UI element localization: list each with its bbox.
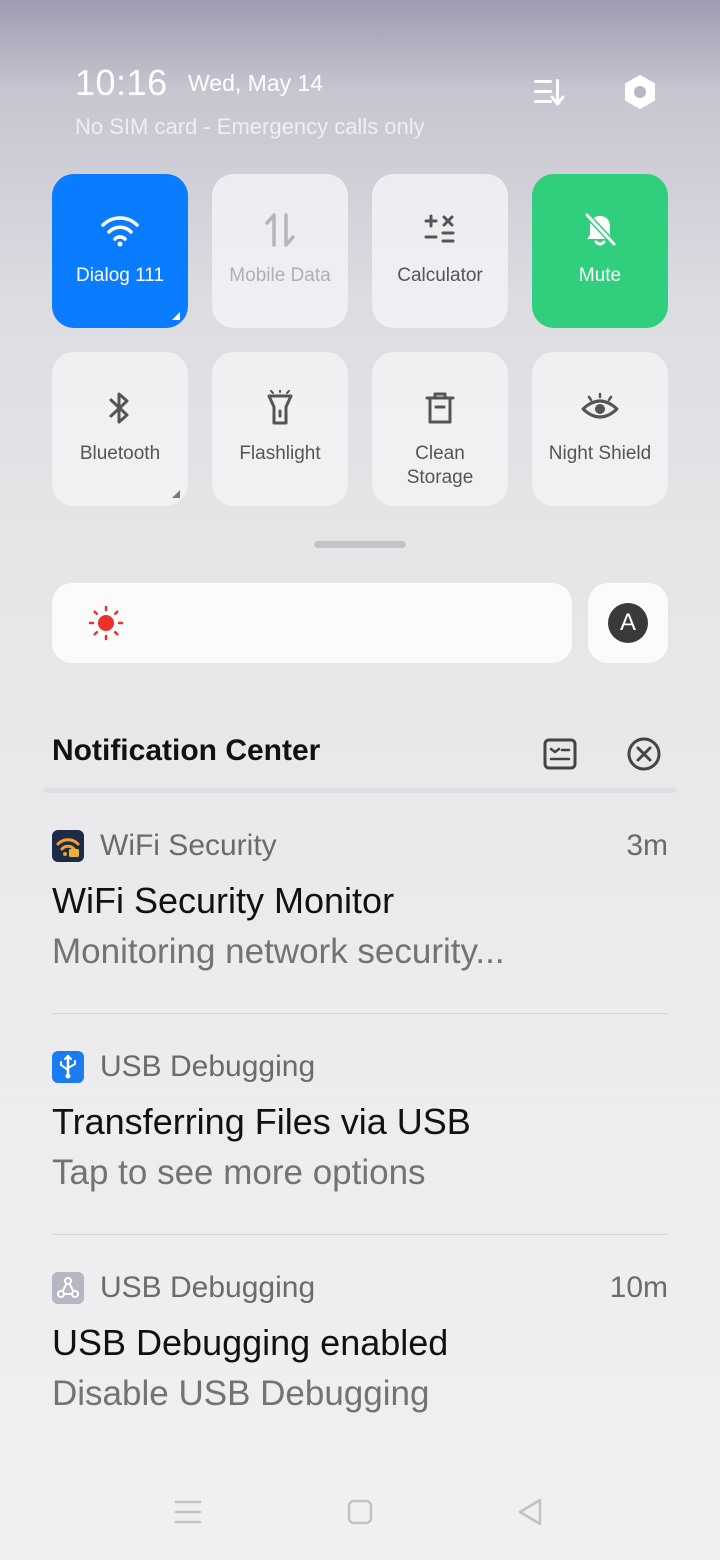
tile-wifi[interactable]: Dialog 111	[52, 174, 188, 328]
debug-app-icon	[52, 1272, 84, 1304]
notification-text: Monitoring network security...	[52, 932, 505, 971]
tile-label: Flashlight	[239, 443, 321, 464]
mobile-data-icon	[260, 210, 300, 250]
notification-app-name: USB Debugging	[100, 1271, 316, 1304]
tile-label: Bluetooth	[79, 443, 161, 464]
back-nav-icon[interactable]	[510, 1492, 550, 1532]
tile-label: Clean Storage	[406, 443, 474, 488]
trash-icon	[420, 388, 460, 428]
tile-clean-storage[interactable]: Clean Storage	[372, 352, 508, 506]
auto-brightness-icon: A	[608, 603, 648, 643]
divider	[52, 1013, 668, 1014]
notification-app-name: USB Debugging	[100, 1050, 316, 1083]
tile-label: Calculator	[397, 265, 483, 286]
bluetooth-icon	[100, 388, 140, 428]
notification-title: Transferring Files via USB	[52, 1101, 471, 1142]
tile-label: Night Shield	[548, 443, 652, 464]
notification-title: WiFi Security Monitor	[52, 880, 395, 921]
tile-flashlight[interactable]: Flashlight	[212, 352, 348, 506]
wifi-security-app-icon	[52, 830, 84, 862]
sim-status: No SIM card - Emergency calls only	[75, 114, 425, 139]
usb-app-icon	[52, 1051, 84, 1083]
home-nav-icon[interactable]	[340, 1492, 380, 1532]
notification-app-name: WiFi Security	[100, 829, 277, 862]
menu-nav-icon[interactable]	[168, 1492, 208, 1532]
wifi-icon	[100, 210, 140, 250]
drag-handle[interactable]	[314, 541, 406, 548]
notification-time: 3m	[626, 829, 668, 862]
tile-night-shield[interactable]: Night Shield	[532, 352, 668, 506]
settings-icon[interactable]	[620, 72, 660, 112]
notification-title: USB Debugging enabled	[52, 1322, 449, 1363]
clear-all-icon[interactable]	[624, 734, 664, 774]
tile-mobile-data[interactable]: Mobile Data	[212, 174, 348, 328]
brightness-slider[interactable]	[52, 583, 572, 663]
notification-item[interactable]: USB Debugging 10m USB Debugging enabled …	[52, 1270, 668, 1414]
tile-label: Dialog 111	[75, 265, 165, 286]
tile-label: Mute	[578, 265, 622, 286]
flashlight-icon	[260, 388, 300, 428]
notification-item[interactable]: USB Debugging Transferring Files via USB…	[52, 1049, 668, 1193]
bell-off-icon	[580, 210, 620, 250]
expand-corner-icon	[172, 490, 180, 498]
divider	[52, 1234, 668, 1235]
calculator-icon	[420, 210, 460, 250]
notification-center-title: Notification Center	[52, 734, 321, 767]
divider	[44, 788, 676, 793]
tile-label: Mobile Data	[229, 265, 331, 286]
notification-text: Disable USB Debugging	[52, 1374, 430, 1413]
tile-bluetooth[interactable]: Bluetooth	[52, 352, 188, 506]
manage-notifications-icon[interactable]	[540, 734, 580, 774]
edit-order-icon[interactable]	[528, 72, 568, 112]
notification-time: 10m	[609, 1271, 668, 1304]
tile-calculator[interactable]: Calculator	[372, 174, 508, 328]
auto-brightness-button[interactable]: A	[588, 583, 668, 663]
notification-item[interactable]: WiFi Security 3m WiFi Security Monitor M…	[52, 828, 668, 972]
date: Wed, May 14	[188, 70, 324, 96]
tile-mute[interactable]: Mute	[532, 174, 668, 328]
notification-text: Tap to see more options	[52, 1153, 426, 1192]
sun-icon	[88, 605, 124, 641]
clock-time: 10:16	[75, 62, 168, 103]
eye-icon	[580, 388, 620, 428]
expand-corner-icon	[172, 312, 180, 320]
